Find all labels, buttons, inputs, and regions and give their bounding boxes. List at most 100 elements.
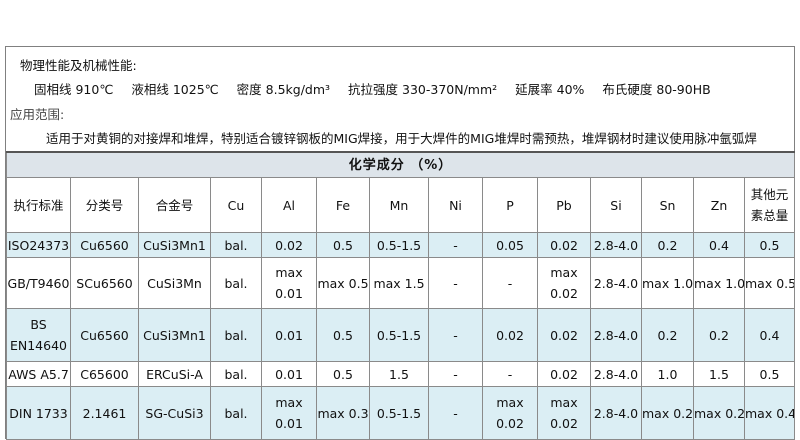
table-cell: 0.5 [316, 232, 370, 258]
table-cell: BS EN14640 [6, 308, 71, 362]
table-cell: ERCuSi-A [138, 361, 211, 387]
table-cell: max 1.0 [641, 257, 694, 309]
table-cell: - [482, 361, 538, 387]
table-cell: Cu6560 [70, 308, 139, 362]
table-header-row: 执行标准 分类号 合金号 Cu Al Fe Mn Ni P Pb Si Sn Z… [6, 177, 795, 233]
column-header: Fe [316, 177, 370, 233]
table-cell: 1.0 [641, 361, 694, 387]
table-cell: AWS A5.7 [6, 361, 71, 387]
table-cell: 0.5 [744, 232, 795, 258]
column-header: Mn [369, 177, 429, 233]
table-cell: 0.2 [641, 232, 694, 258]
table-cell: 0.5 [744, 361, 795, 387]
table-cell: 0.02 [537, 232, 591, 258]
liquidus-value: 液相线 1025℃ [131, 82, 219, 97]
table-cell: 0.02 [537, 361, 591, 387]
table-cell: max 0.02 [482, 386, 538, 440]
table-row: GB/T9460 SCu6560 CuSi3Mn bal. max 0.01 m… [6, 257, 795, 309]
column-header: 其他元素总量 [744, 177, 795, 233]
table-cell: max 0.02 [537, 257, 591, 309]
table-cell: GB/T9460 [6, 257, 71, 309]
column-header: Si [590, 177, 642, 233]
column-header: Cu [210, 177, 262, 233]
table-cell: 0.5-1.5 [369, 232, 429, 258]
table-cell: DIN 1733 [6, 386, 71, 440]
product-sheet: 物理性能及机械性能: 固相线 910℃ 液相线 1025℃ 密度 8.5kg/d… [0, 0, 800, 440]
application-text: 适用于对黄铜的对接焊和堆焊，特别适合镀锌钢板的MIG焊接，用于大焊件的MIG堆焊… [46, 131, 757, 146]
table-cell: 2.8-4.0 [590, 308, 642, 362]
chemical-composition-table: 化学成分 （%） 执行标准 分类号 合金号 Cu Al Fe Mn Ni P P… [6, 151, 795, 440]
table-cell: bal. [210, 257, 262, 309]
table-cell: bal. [210, 361, 262, 387]
density-value: 密度 8.5kg/dm³ [236, 82, 331, 97]
table-cell: 0.01 [261, 361, 317, 387]
table-cell: 2.8-4.0 [590, 361, 642, 387]
table-cell: max 0.4 [744, 386, 795, 440]
table-row: BS EN14640 Cu6560 CuSi3Mn1 bal. 0.01 0.5… [6, 308, 795, 362]
table-cell: 1.5 [693, 361, 745, 387]
table-title-row: 化学成分 （%） [6, 151, 795, 178]
table-cell: max 1.0 [693, 257, 745, 309]
table-cell: - [482, 257, 538, 309]
table-cell: max 0.2 [641, 386, 694, 440]
table-cell: bal. [210, 308, 262, 362]
column-header: Al [261, 177, 317, 233]
table-cell: 0.5-1.5 [369, 308, 429, 362]
table-cell: max 0.01 [261, 386, 317, 440]
column-header: 合金号 [138, 177, 211, 233]
table-cell: CuSi3Mn1 [138, 308, 211, 362]
table-cell: 2.8-4.0 [590, 232, 642, 258]
table-cell: 0.01 [261, 308, 317, 362]
hardness-value: 布氏硬度 80-90HB [602, 82, 711, 97]
column-header: Ni [428, 177, 483, 233]
table-cell: max 0.02 [537, 386, 591, 440]
application-heading: 应用范围: [10, 107, 65, 122]
table-cell: 2.8-4.0 [590, 386, 642, 440]
table-cell: max 0.5 [316, 257, 370, 309]
table-cell: 0.4 [693, 232, 745, 258]
table-cell: 0.02 [261, 232, 317, 258]
table-cell: 0.2 [693, 308, 745, 362]
table-cell: bal. [210, 232, 262, 258]
table-cell: ISO24373 [6, 232, 71, 258]
table-cell: - [428, 232, 483, 258]
table-cell: 0.5 [316, 308, 370, 362]
table-row: DIN 1733 2.1461 SG-CuSi3 bal. max 0.01 m… [6, 386, 795, 440]
table-row: AWS A5.7 C65600 ERCuSi-A bal. 0.01 0.5 1… [6, 361, 795, 387]
spec-frame: 物理性能及机械性能: 固相线 910℃ 液相线 1025℃ 密度 8.5kg/d… [5, 46, 795, 440]
table-cell: 0.02 [482, 308, 538, 362]
table-title: 化学成分 （%） [6, 151, 795, 178]
table-row: ISO24373 Cu6560 CuSi3Mn1 bal. 0.02 0.5 0… [6, 232, 795, 258]
table-cell: max 0.01 [261, 257, 317, 309]
table-cell: Cu6560 [70, 232, 139, 258]
table-cell: 0.02 [537, 308, 591, 362]
table-cell: CuSi3Mn1 [138, 232, 211, 258]
table-cell: 2.1461 [70, 386, 139, 440]
table-cell: SG-CuSi3 [138, 386, 211, 440]
solidus-value: 固相线 910℃ [34, 82, 114, 97]
table-cell: - [428, 361, 483, 387]
table-cell: 0.5 [316, 361, 370, 387]
properties-heading: 物理性能及机械性能: [20, 58, 137, 73]
table-cell: - [428, 257, 483, 309]
column-header: Pb [537, 177, 591, 233]
table-cell: max 1.5 [369, 257, 429, 309]
table-cell: - [428, 308, 483, 362]
elongation-value: 延展率 40% [515, 82, 585, 97]
table-cell: - [428, 386, 483, 440]
column-header: 执行标准 [6, 177, 71, 233]
properties-line: 固相线 910℃ 液相线 1025℃ 密度 8.5kg/dm³ 抗拉强度 330… [34, 82, 725, 98]
table-cell: 1.5 [369, 361, 429, 387]
table-cell: max 0.3 [316, 386, 370, 440]
table-cell: bal. [210, 386, 262, 440]
table-cell: 0.2 [641, 308, 694, 362]
column-header: Zn [693, 177, 745, 233]
table-cell: 2.8-4.0 [590, 257, 642, 309]
column-header: Sn [641, 177, 694, 233]
table-cell: max 0.2 [693, 386, 745, 440]
table-cell: 0.4 [744, 308, 795, 362]
table-cell: SCu6560 [70, 257, 139, 309]
table-cell: CuSi3Mn [138, 257, 211, 309]
column-header: P [482, 177, 538, 233]
table-cell: C65600 [70, 361, 139, 387]
